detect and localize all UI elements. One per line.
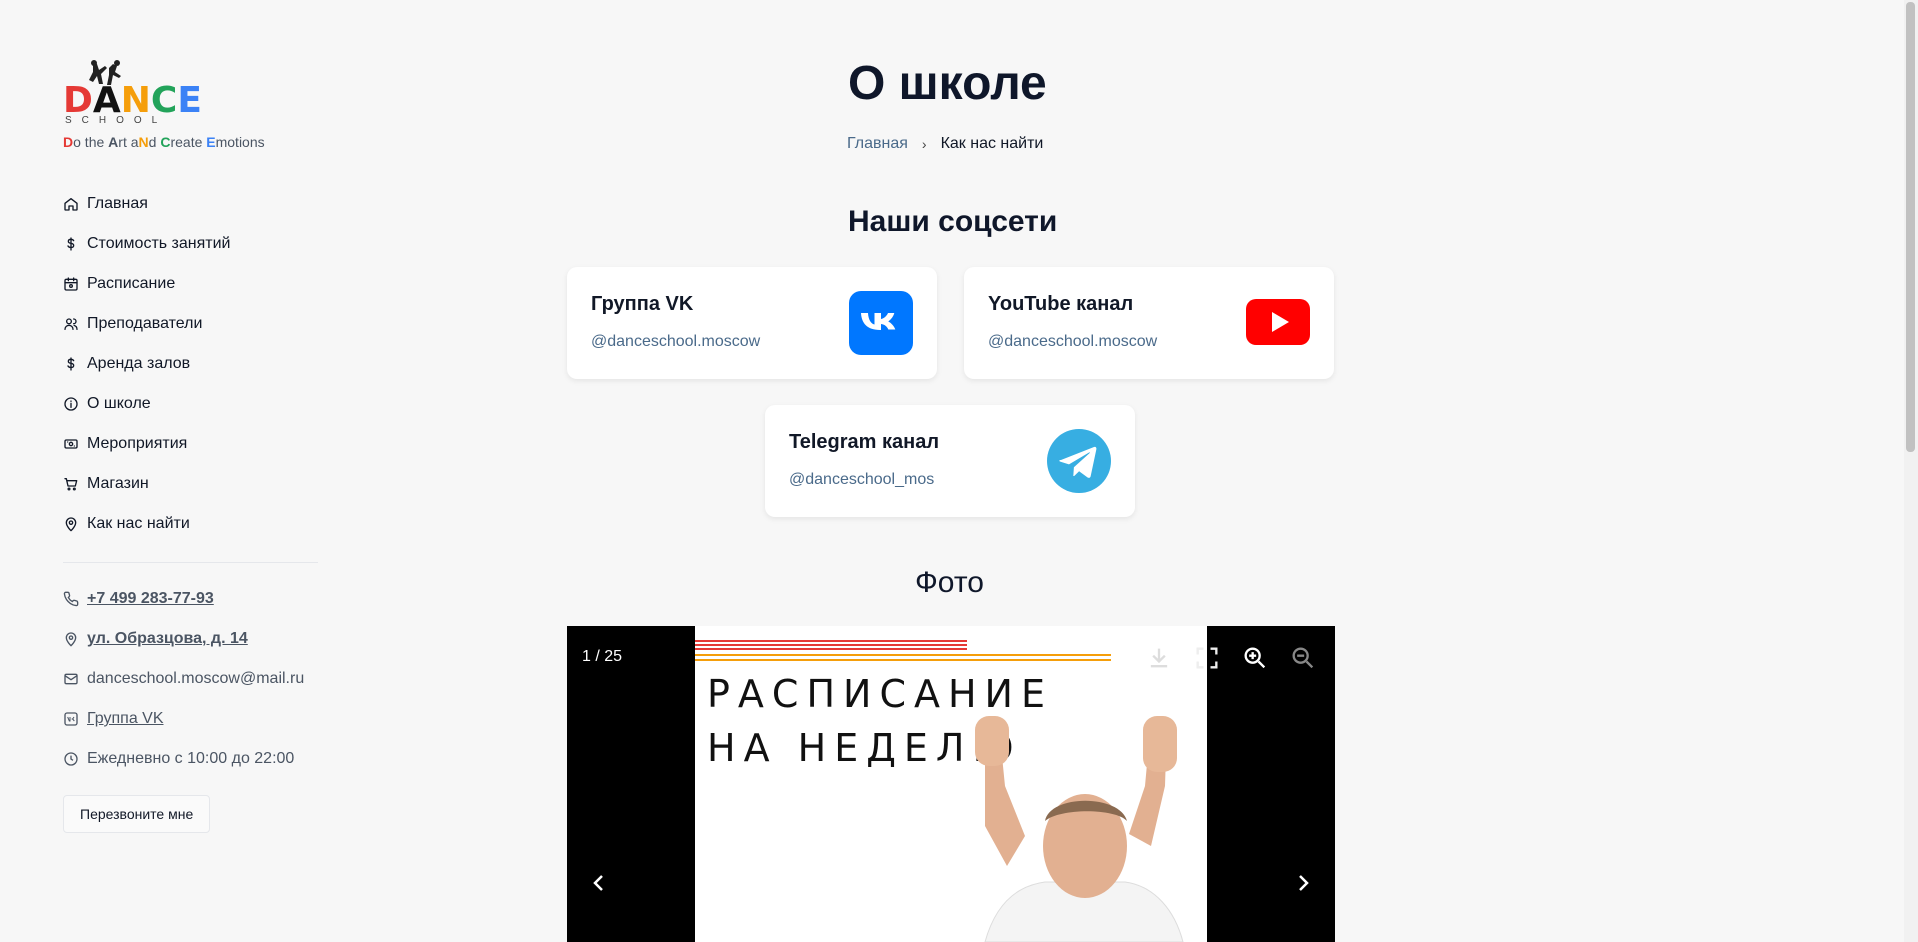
mail-icon — [64, 673, 78, 685]
map-pin-icon — [65, 632, 77, 647]
tagline-part: D — [63, 134, 74, 150]
zoom-out-icon[interactable] — [1289, 644, 1317, 672]
sidebar-item-2[interactable]: Расписание — [63, 264, 323, 304]
sidebar-item-label: Главная — [87, 195, 148, 212]
sidebar: DANCE SCHOOL Do the Art aNd Create Emoti… — [63, 60, 323, 833]
gallery-counter: 1 / 25 — [582, 648, 623, 665]
home-icon — [64, 198, 78, 211]
fullscreen-icon[interactable] — [1193, 644, 1221, 672]
callback-button[interactable]: Перезвоните мне — [63, 795, 211, 833]
divider — [63, 562, 318, 563]
slide-stripe — [695, 640, 967, 642]
sidebar-item-3[interactable]: Преподаватели — [63, 304, 323, 344]
page: DANCE SCHOOL Do the Art aNd Create Emoti… — [0, 0, 1918, 942]
social-card-handle: @danceschool.moscow — [591, 333, 761, 350]
tagline-part: N — [138, 134, 149, 150]
vk-icon — [64, 712, 78, 726]
info-icon — [64, 397, 78, 411]
sidebar-item-label: Аренда залов — [87, 355, 191, 372]
contact-vk: Группа VK — [63, 699, 323, 739]
sidebar-item-label: Как нас найти — [87, 515, 190, 532]
sidebar-item-5[interactable]: О школе — [63, 384, 323, 424]
social-card-handle: @danceschool_mos — [789, 471, 935, 488]
gallery-slide: РАСПИСАНИЕ НА НЕДЕЛЮ — [695, 626, 1207, 942]
contact-phone: +7 499 283-77-93 — [63, 579, 323, 619]
social-card-vk[interactable]: Группа VK @danceschool.moscow — [567, 267, 937, 379]
sidebar-item-1[interactable]: Стоимость занятий — [63, 224, 323, 264]
slide-stripe — [695, 644, 967, 646]
social-card-name: Группа VK — [591, 293, 694, 315]
address-link[interactable]: ул. Образцова, д. 14 — [87, 630, 248, 648]
breadcrumb-home[interactable]: Главная — [847, 135, 908, 153]
social-heading: Наши соцсети — [848, 205, 1058, 238]
clock-icon — [64, 752, 78, 766]
vk-icon — [849, 291, 913, 355]
photo-gallery[interactable]: РАСПИСАНИЕ НА НЕДЕЛЮ 1 / 25 — [567, 626, 1335, 942]
slide-text-line1: РАСПИСАНИЕ — [707, 672, 1053, 716]
calendar-icon — [64, 277, 78, 291]
scrollbar-thumb[interactable] — [1906, 2, 1915, 452]
sidebar-item-label: Расписание — [87, 275, 176, 292]
tagline-part: E — [206, 134, 216, 150]
main-nav: Главная Стоимость занятий Расписание Препод… — [63, 184, 323, 544]
sidebar-item-label: Мероприятия — [87, 435, 188, 452]
slide-stripe — [695, 654, 1111, 656]
contact-email: danceschool.moscow@mail.ru — [63, 659, 323, 699]
vk-link[interactable]: Группа VK — [87, 710, 164, 728]
phone-icon — [63, 591, 79, 607]
ticket-icon — [64, 439, 78, 449]
sidebar-item-label: Магазин — [87, 475, 149, 492]
cart-icon — [64, 478, 78, 491]
logo[interactable]: DANCE SCHOOL — [63, 60, 202, 128]
sidebar-item-7[interactable]: Магазин — [63, 464, 323, 504]
photo-heading: Фото — [915, 566, 984, 599]
sidebar-item-6[interactable]: Мероприятия — [63, 424, 323, 464]
page-title: О школе — [848, 57, 1047, 110]
zoom-in-icon[interactable] — [1241, 644, 1269, 672]
breadcrumb-current: Как нас найти — [940, 135, 1044, 152]
email-text: danceschool.moscow@mail.ru — [87, 670, 305, 687]
contacts-list: +7 499 283-77-93 ул. Образцова, д. 14 da… — [63, 579, 323, 779]
social-card-youtube[interactable]: YouTube канал @danceschool.moscow — [964, 267, 1334, 379]
breadcrumb: Главная › Как нас найти — [847, 135, 1043, 153]
tagline-part: reate — [170, 134, 207, 150]
sidebar-item-4[interactable]: Аренда залов — [63, 344, 323, 384]
tagline-part: rt a — [118, 134, 139, 150]
logo-subtitle: SCHOOL — [65, 115, 168, 126]
tagline-part: C — [160, 134, 171, 150]
download-icon[interactable] — [1145, 644, 1173, 672]
social-card-telegram[interactable]: Telegram канал @danceschool_mos — [765, 405, 1135, 517]
telegram-icon — [1047, 429, 1111, 493]
tagline-part: A — [108, 134, 119, 150]
users-icon — [64, 318, 78, 330]
social-card-handle: @danceschool.moscow — [988, 333, 1158, 350]
scrollbar[interactable] — [1904, 0, 1918, 942]
tagline: Do the Art aNd Create Emotions — [63, 134, 323, 150]
sidebar-item-label: Преподаватели — [87, 315, 203, 332]
slide-stripe — [695, 659, 1111, 661]
chevron-right-icon[interactable] — [1291, 871, 1315, 895]
slide-stripe — [695, 648, 967, 650]
tagline-part: o the — [73, 134, 109, 150]
chevron-right-icon: › — [921, 136, 927, 152]
chevron-left-icon[interactable] — [587, 871, 611, 895]
contact-hours: Ежедневно с 10:00 до 22:00 — [63, 739, 323, 779]
dollar-icon — [67, 237, 75, 251]
person-photo — [975, 716, 1184, 942]
social-card-name: Telegram канал — [789, 431, 940, 453]
sidebar-item-label: Стоимость занятий — [87, 235, 231, 252]
map-pin-icon — [65, 517, 77, 532]
sidebar-item-label: О школе — [87, 395, 151, 412]
contact-address: ул. Образцова, д. 14 — [63, 619, 323, 659]
social-card-name: YouTube канал — [988, 293, 1134, 315]
dollar-icon — [67, 357, 75, 371]
phone-link[interactable]: +7 499 283-77-93 — [87, 590, 214, 608]
hours-text: Ежедневно с 10:00 до 22:00 — [87, 750, 295, 767]
sidebar-item-0[interactable]: Главная — [63, 184, 323, 224]
tagline-part: motions — [215, 134, 265, 150]
youtube-icon — [1246, 299, 1310, 345]
tagline-part: d — [148, 134, 161, 150]
sidebar-item-8[interactable]: Как нас найти — [63, 504, 323, 544]
